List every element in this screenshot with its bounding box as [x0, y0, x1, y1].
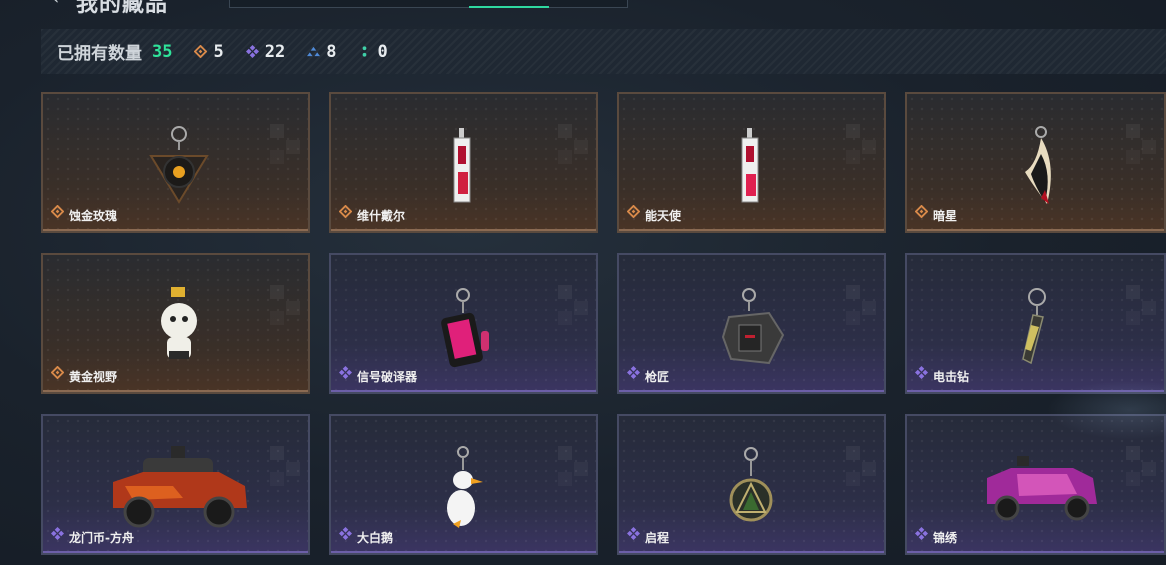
collection-card[interactable]: 维什戴尔 — [329, 92, 598, 233]
search-input[interactable] — [229, 0, 628, 8]
owned-count: 35 — [152, 41, 173, 62]
purple-count-stat: 22 — [245, 41, 286, 62]
card-name: 维什戴尔 — [357, 209, 406, 223]
page-title: 我的藏品 — [76, 0, 169, 17]
collection-card[interactable]: 龙门币-方舟 — [41, 414, 310, 555]
collection-card[interactable]: 能天使 — [617, 92, 886, 233]
card-name: 大白鹅 — [357, 531, 394, 545]
gold-diamond-icon — [627, 203, 640, 222]
purple-count: 22 — [264, 41, 286, 62]
collection-card[interactable]: 暗星 — [905, 92, 1166, 233]
gold-diamond-icon — [194, 45, 208, 58]
gold-count-stat: 5 — [194, 41, 224, 62]
green-colon-icon — [363, 46, 367, 57]
active-tab-indicator — [469, 6, 549, 8]
gold-diamond-icon — [915, 203, 928, 222]
green-count: 0 — [377, 41, 388, 62]
blue-triangle-icon — [307, 46, 321, 57]
page-header: ‹ 我的藏品 — [0, 0, 1166, 17]
collection-card[interactable]: 枪匠 — [617, 253, 886, 394]
purple-diamond-icon — [51, 525, 64, 544]
green-count-stat: 0 — [358, 41, 388, 62]
purple-diamond-icon — [339, 364, 352, 383]
purple-diamond-icon — [339, 525, 352, 544]
card-name: 锦绣 — [933, 531, 958, 545]
collection-card[interactable]: 黄金视野 — [41, 253, 310, 394]
background-glow — [1046, 380, 1166, 440]
card-name: 蚀金玫瑰 — [69, 209, 118, 223]
card-name: 启程 — [645, 531, 670, 545]
collection-card[interactable]: 信号破译器 — [329, 253, 598, 394]
card-name: 能天使 — [645, 209, 682, 223]
gold-diamond-icon — [51, 203, 64, 222]
card-name: 黄金视野 — [69, 370, 118, 384]
collection-stats-bar: 已拥有数量 35 5 22 8 0 — [41, 29, 1166, 74]
gold-diamond-icon — [339, 203, 352, 222]
purple-diamond-icon — [245, 45, 259, 58]
gold-count: 5 — [213, 41, 224, 62]
purple-diamond-icon — [915, 364, 928, 383]
card-name: 电击钻 — [933, 370, 970, 384]
back-arrow-icon[interactable]: ‹ — [52, 0, 59, 9]
purple-diamond-icon — [915, 525, 928, 544]
collection-card[interactable]: 蚀金玫瑰 — [41, 92, 310, 233]
blue-count-stat: 8 — [307, 42, 336, 62]
gold-diamond-icon — [51, 364, 64, 383]
purple-diamond-icon — [627, 525, 640, 544]
collection-card[interactable]: 启程 — [617, 414, 886, 555]
card-name: 枪匠 — [645, 370, 670, 384]
owned-label: 已拥有数量 — [57, 44, 142, 64]
collection-card[interactable]: 大白鹅 — [329, 414, 598, 555]
card-name: 信号破译器 — [357, 370, 418, 384]
blue-count: 8 — [326, 41, 337, 62]
collection-card[interactable]: 电击钻 — [905, 253, 1166, 394]
card-name: 暗星 — [933, 209, 958, 223]
purple-diamond-icon — [627, 364, 640, 383]
card-name: 龙门币-方舟 — [69, 531, 134, 545]
